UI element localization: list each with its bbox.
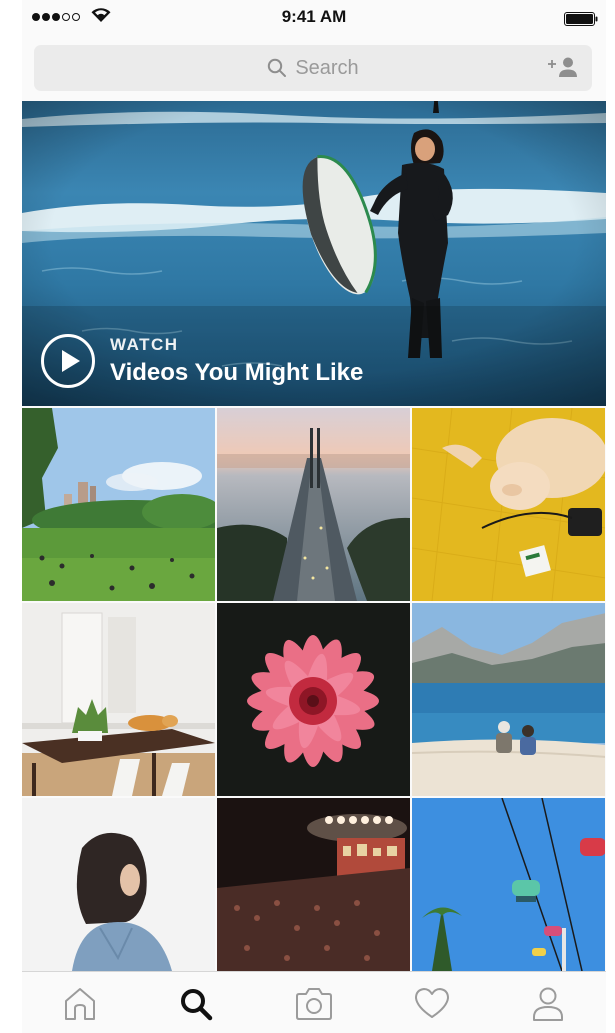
concert-photo	[217, 798, 410, 971]
grid-tile-flower[interactable]	[217, 603, 410, 796]
grid-tile-dining-room[interactable]	[22, 603, 215, 796]
heart-icon[interactable]	[413, 986, 451, 1020]
explore-screen: 9:41 AM Search WATCH Videos You Might Li…	[22, 0, 606, 1033]
tab-camera[interactable]	[292, 986, 336, 1026]
flower-photo	[217, 603, 410, 796]
tab-activity[interactable]	[410, 986, 454, 1026]
grid-tile-cat[interactable]	[412, 408, 605, 601]
watch-overlay[interactable]: WATCH Videos You Might Like	[40, 333, 363, 389]
portrait-photo	[22, 798, 215, 971]
add-person-icon[interactable]	[546, 55, 580, 81]
tab-profile[interactable]	[526, 986, 570, 1026]
tab-home[interactable]	[58, 986, 102, 1026]
cat-photo	[412, 408, 605, 601]
search-bar[interactable]: Search	[34, 45, 592, 91]
status-time: 9:41 AM	[281, 7, 347, 26]
search-icon[interactable]	[178, 986, 214, 1022]
person-icon[interactable]	[531, 986, 565, 1022]
hero-title: Videos You Might Like	[110, 359, 364, 386]
bottom-tab-bar	[22, 971, 606, 1033]
play-circle-icon[interactable]	[40, 333, 96, 389]
hero-video-card[interactable]: WATCH Videos You Might Like	[22, 101, 606, 406]
search-icon	[268, 58, 287, 77]
bridge-photo	[217, 408, 410, 601]
grid-tile-portrait[interactable]	[22, 798, 215, 991]
watch-label: WATCH	[110, 335, 179, 354]
lake-photo	[412, 603, 605, 796]
search-input-placeholder[interactable]: Search	[295, 57, 358, 80]
search-field[interactable]: Search	[34, 45, 592, 91]
battery-icon	[564, 12, 598, 26]
camera-icon[interactable]	[294, 986, 334, 1022]
status-bar: 9:41 AM	[22, 0, 606, 36]
sky-ride-photo	[412, 798, 605, 971]
grid-tile-bridge[interactable]	[217, 408, 410, 601]
tab-search[interactable]	[174, 986, 218, 1026]
grid-tile-concert[interactable]	[217, 798, 410, 991]
park-photo	[22, 408, 215, 601]
grid-tile-park[interactable]	[22, 408, 215, 601]
dining-room-photo	[22, 603, 215, 796]
grid-tile-lake[interactable]	[412, 603, 605, 796]
grid-tile-sky-ride[interactable]	[412, 798, 605, 991]
home-icon[interactable]	[62, 986, 98, 1022]
